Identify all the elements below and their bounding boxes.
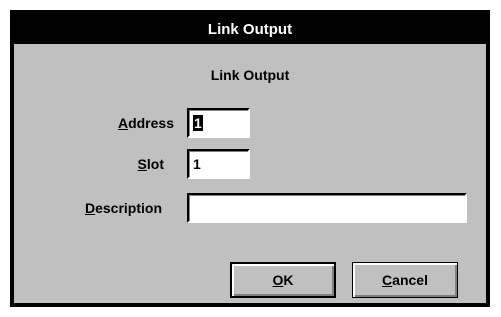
ok-label-rest: K — [283, 272, 294, 288]
address-value: 1 — [193, 115, 203, 131]
ok-mnemonic: O — [272, 272, 284, 288]
slot-mnemonic: S — [137, 156, 147, 172]
cancel-button[interactable]: Cancel — [352, 262, 458, 298]
address-label: Address — [74, 115, 174, 131]
address-mnemonic: A — [117, 115, 129, 131]
description-mnemonic: D — [84, 200, 96, 216]
description-label: Description — [54, 200, 162, 216]
description-field[interactable] — [187, 193, 467, 223]
slot-value: 1 — [193, 156, 201, 172]
cancel-mnemonic: C — [382, 272, 393, 288]
address-label-rest: ddress — [128, 115, 174, 131]
link-output-dialog: Link Output Link Output Address 1 Slot 1… — [10, 10, 490, 307]
window-title: Link Output — [207, 20, 293, 38]
cancel-label-rest: ancel — [392, 272, 428, 288]
slot-label-rest: lot — [146, 156, 164, 172]
title-bar[interactable]: Link Output — [14, 14, 486, 44]
address-field[interactable]: 1 — [187, 108, 250, 138]
description-label-rest: escription — [95, 200, 162, 216]
dialog-heading: Link Output — [210, 67, 290, 83]
slot-field[interactable]: 1 — [187, 149, 250, 179]
ok-button[interactable]: OK — [230, 262, 336, 298]
slot-label: Slot — [74, 156, 164, 172]
